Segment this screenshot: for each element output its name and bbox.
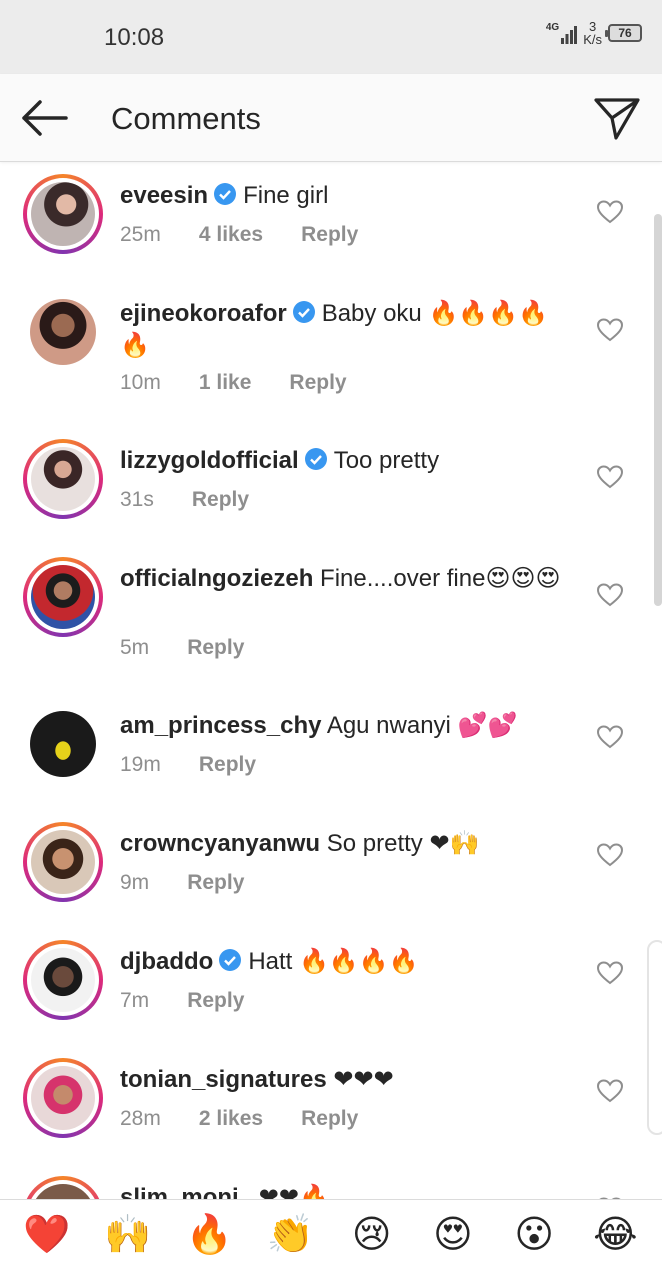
crying-face-emoji-button[interactable]: 😢 — [342, 1211, 402, 1257]
red-heart-emoji-button[interactable]: ❤️ — [17, 1211, 77, 1257]
status-time: 10:08 — [104, 24, 165, 51]
network-label: 4G — [545, 22, 560, 33]
comment-time: 5m — [120, 636, 150, 659]
comment-username[interactable]: am_princess_chy — [120, 712, 321, 739]
comment-time: 7m — [120, 989, 150, 1012]
battery-icon: 76 — [605, 24, 642, 42]
comment-likes[interactable]: 4 likes — [199, 223, 263, 247]
raising-hands-emoji-button[interactable]: 🙌 — [98, 1211, 158, 1257]
comment-username[interactable]: ejineokoroafor — [120, 300, 287, 327]
comment-meta: 31s Reply — [120, 488, 249, 512]
comment-meta: 7m Reply — [120, 989, 244, 1013]
avatar[interactable] — [23, 940, 103, 1020]
comment-username[interactable]: slim_moni_ — [120, 1184, 252, 1199]
comments-header: Comments — [0, 74, 662, 162]
comment-likes[interactable]: 1 like — [199, 371, 252, 395]
reply-button[interactable]: Reply — [187, 989, 244, 1013]
comment-text: Too pretty — [333, 447, 440, 474]
avatar[interactable] — [23, 704, 103, 784]
comment-username[interactable]: crowncyanyanwu — [120, 830, 320, 857]
back-button[interactable] — [18, 96, 70, 140]
comment-time: 9m — [120, 871, 150, 894]
comment-time: 31s — [120, 488, 154, 511]
fire-emoji-button[interactable]: 🔥 — [179, 1211, 239, 1257]
comment-time: 19m — [120, 753, 161, 776]
comment-time: 10m — [120, 371, 161, 394]
laughing-tears-emoji-button[interactable]: 😂 — [585, 1211, 645, 1257]
comment-text: Fine girl — [243, 182, 329, 209]
comment-username[interactable]: djbaddo — [120, 948, 213, 975]
like-heart-icon[interactable] — [597, 961, 623, 985]
share-button[interactable] — [592, 94, 642, 142]
avatar[interactable] — [23, 1176, 103, 1199]
comment-text: Agu nwanyi 💕💕 — [326, 712, 518, 739]
comment-text: Fine....over fine😍😍😍 — [320, 565, 561, 592]
status-bar: 10:08 4G 3 K/s 76 — [0, 0, 662, 74]
verified-badge-icon — [304, 448, 327, 470]
comment-time: 25m — [120, 223, 161, 246]
reply-button[interactable]: Reply — [187, 871, 244, 895]
comment-meta: 28m 2 likes Reply — [120, 1107, 358, 1131]
edge-panel-handle[interactable] — [647, 940, 662, 1135]
comment-meta: 9m Reply — [120, 871, 244, 895]
avatar[interactable] — [23, 822, 103, 902]
like-heart-icon[interactable] — [597, 843, 623, 867]
reply-button[interactable]: Reply — [187, 636, 244, 660]
reply-button[interactable]: Reply — [289, 371, 346, 395]
reply-button[interactable]: Reply — [301, 1107, 358, 1131]
avatar[interactable] — [23, 439, 103, 519]
network-speed: 3 K/s — [583, 19, 602, 47]
verified-badge-icon — [219, 949, 242, 971]
avatar[interactable] — [23, 557, 103, 637]
avatar[interactable] — [23, 174, 103, 254]
avatar[interactable] — [23, 292, 103, 372]
comment-likes[interactable]: 2 likes — [199, 1107, 263, 1131]
like-heart-icon[interactable] — [597, 725, 623, 749]
page-title: Comments — [111, 101, 261, 136]
comment-time: 28m — [120, 1107, 161, 1130]
comment-meta: 25m 4 likes Reply — [120, 223, 358, 247]
like-heart-icon[interactable] — [597, 583, 623, 607]
comment-text: ❤❤🔥 — [258, 1184, 329, 1199]
reply-button[interactable]: Reply — [192, 488, 249, 512]
comment-meta: 19m Reply — [120, 753, 256, 777]
avatar[interactable] — [23, 1058, 103, 1138]
like-heart-icon[interactable] — [597, 465, 623, 489]
reply-button[interactable]: Reply — [301, 223, 358, 247]
status-indicators: 4G 3 K/s 76 — [546, 20, 642, 46]
comment-username[interactable]: eveesin — [120, 182, 208, 209]
surprised-face-emoji-button[interactable]: 😮 — [504, 1211, 564, 1257]
heart-eyes-emoji-button[interactable]: 😍 — [423, 1211, 483, 1257]
like-heart-icon[interactable] — [597, 200, 623, 224]
paper-plane-icon — [594, 98, 640, 140]
like-heart-icon[interactable] — [597, 1079, 623, 1103]
comment-text: Hatt 🔥🔥🔥🔥 — [248, 948, 419, 975]
comment-text: So pretty ❤🙌 — [326, 830, 480, 857]
verified-badge-icon — [214, 183, 237, 205]
comments-list[interactable]: eveesin Fine girl 25m 4 likes Reply ejine… — [0, 163, 662, 1199]
comment-username[interactable]: tonian_signatures — [120, 1066, 327, 1093]
comment-username[interactable]: officialngoziezeh — [120, 565, 313, 592]
comment-meta: 5m Reply — [120, 636, 244, 660]
verified-badge-icon — [292, 301, 315, 323]
comment-meta: 10m 1 like Reply — [120, 371, 347, 395]
emoji-reaction-bar: ❤️ 🙌 🔥 👏 😢 😍 😮 😂 — [0, 1199, 662, 1267]
signal-icon: 4G — [545, 22, 578, 44]
clapping-hands-emoji-button[interactable]: 👏 — [260, 1211, 320, 1257]
comment-username[interactable]: lizzygoldofficial — [120, 447, 299, 474]
reply-button[interactable]: Reply — [199, 753, 256, 777]
scrollbar[interactable] — [654, 214, 662, 606]
comment-text: ❤❤❤ — [333, 1066, 394, 1093]
back-arrow-icon — [22, 100, 68, 136]
like-heart-icon[interactable] — [597, 318, 623, 342]
